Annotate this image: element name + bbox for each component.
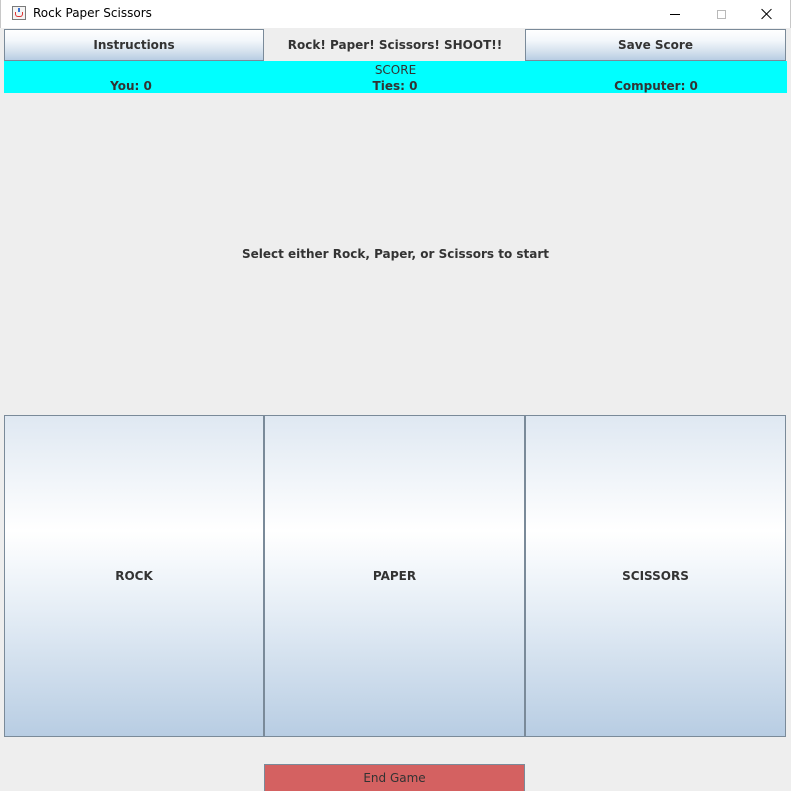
- score-title: SCORE: [374, 63, 417, 77]
- maximize-icon: [716, 9, 726, 19]
- close-button[interactable]: [744, 0, 790, 28]
- instructions-button[interactable]: Instructions: [4, 29, 264, 61]
- computer-score: Computer: 0: [614, 79, 698, 93]
- paper-button[interactable]: PAPER: [264, 415, 525, 737]
- ties-score: Ties: 0: [372, 79, 418, 93]
- save-score-button[interactable]: Save Score: [525, 29, 786, 61]
- scissors-button[interactable]: SCISSORS: [525, 415, 786, 737]
- minimize-icon: [670, 13, 680, 15]
- java-app-icon: [12, 6, 26, 20]
- score-panel: SCORE You: 0 Ties: 0 Computer: 0: [4, 61, 787, 93]
- game-heading: Rock! Paper! Scissors! SHOOT!!: [287, 38, 503, 52]
- status-message: Select either Rock, Paper, or Scissors t…: [241, 247, 550, 261]
- close-icon: [761, 8, 773, 20]
- end-game-button[interactable]: End Game: [264, 764, 525, 791]
- rock-button[interactable]: ROCK: [4, 415, 264, 737]
- title-bar: Rock Paper Scissors: [0, 0, 791, 28]
- player-score: You: 0: [110, 79, 152, 93]
- window-title: Rock Paper Scissors: [33, 6, 152, 20]
- minimize-button[interactable]: [652, 0, 698, 28]
- maximize-button[interactable]: [698, 0, 744, 28]
